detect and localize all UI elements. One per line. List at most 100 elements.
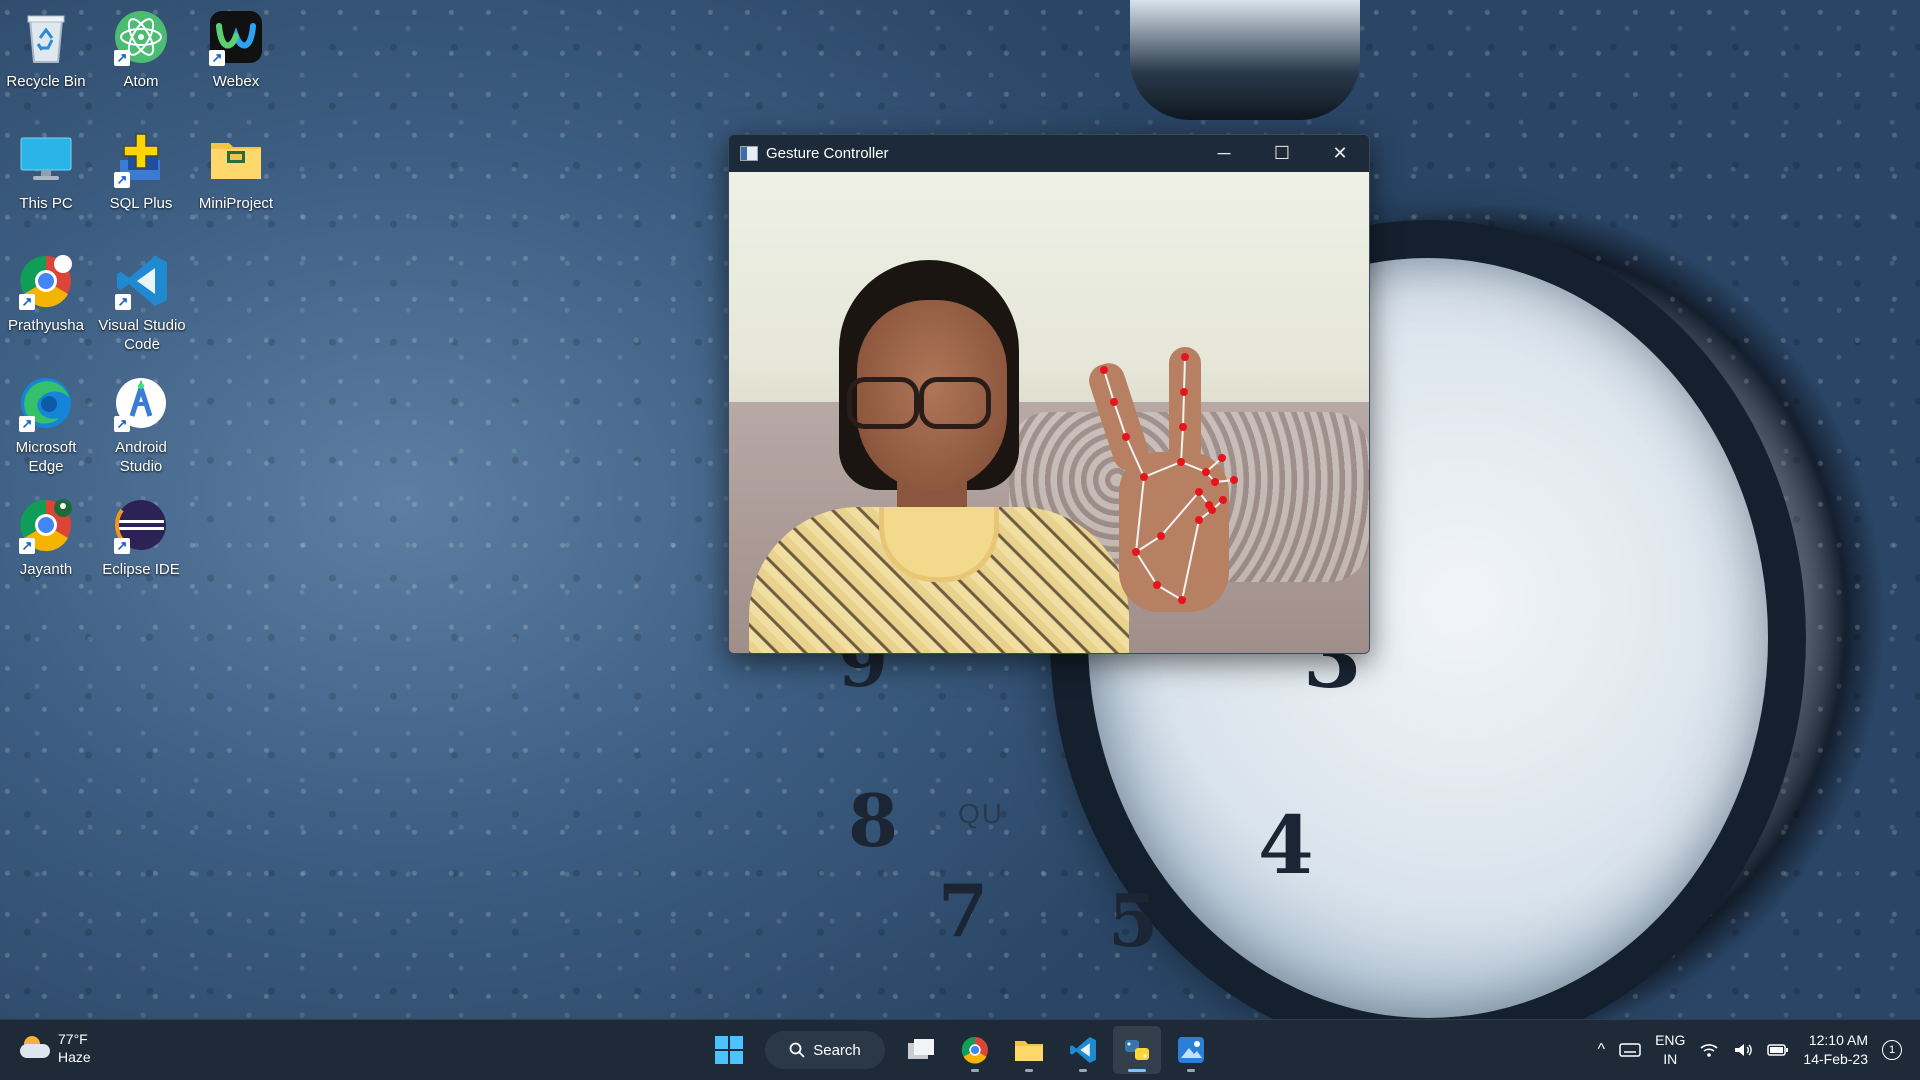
volume-icon[interactable] <box>1733 1042 1753 1058</box>
icon-label: MiniProject <box>198 195 274 212</box>
app-window-icon <box>740 146 758 161</box>
window-title: Gesture Controller <box>766 145 889 162</box>
hand-landmarks-overlay <box>1100 353 1238 604</box>
camera-feed <box>729 172 1369 653</box>
taskbar-photos[interactable] <box>1167 1026 1215 1074</box>
icon-label: Jayanth <box>19 561 73 578</box>
desktop-icon-atom[interactable]: ↗ Atom <box>96 8 186 91</box>
wifi-icon[interactable] <box>1699 1042 1719 1058</box>
shortcut-arrow-icon: ↗ <box>209 50 225 66</box>
taskbar-search-button[interactable]: Search <box>765 1031 885 1069</box>
chrome-icon <box>961 1037 988 1064</box>
task-view-button[interactable] <box>897 1026 945 1074</box>
shortcut-arrow-icon: ↗ <box>19 294 35 310</box>
clock-numeral: 4 <box>1258 798 1314 892</box>
close-button[interactable]: ✕ <box>1311 135 1369 172</box>
notification-badge[interactable]: 1 <box>1882 1040 1902 1060</box>
desktop-icon-miniproject[interactable]: MiniProject <box>191 130 281 213</box>
taskbar-center-icons: Search <box>705 1026 1215 1074</box>
desktop-icon-recycle-bin[interactable]: Recycle Bin <box>1 8 91 91</box>
region-code: IN <box>1663 1051 1678 1067</box>
shortcut-arrow-icon: ↗ <box>114 538 130 554</box>
chrome-profile-icon: ↗ <box>17 252 75 310</box>
start-button[interactable] <box>705 1026 753 1074</box>
desktop-icon-this-pc[interactable]: This PC <box>1 130 91 213</box>
monitor-icon <box>17 130 75 188</box>
icon-label: SQL Plus <box>109 195 173 212</box>
maximize-button[interactable]: ☐ <box>1253 135 1311 172</box>
search-icon <box>789 1042 805 1058</box>
sql-plus-icon: ↗ <box>112 130 170 188</box>
weather-temperature: 77°F <box>58 1031 88 1047</box>
clock-numeral: 5 <box>1108 878 1159 963</box>
desktop-icon-android-studio[interactable]: ↗ Android Studio <box>96 374 186 476</box>
show-hidden-icons-chevron-icon[interactable]: ^ <box>1598 1041 1606 1059</box>
window-titlebar[interactable]: Gesture Controller ─ ☐ ✕ <box>729 135 1369 172</box>
battery-icon[interactable] <box>1767 1043 1789 1057</box>
running-indicator <box>1187 1069 1195 1072</box>
taskbar-python[interactable] <box>1113 1026 1161 1074</box>
weather-condition: Haze <box>58 1049 91 1065</box>
desktop-icon-webex[interactable]: ↗ Webex <box>191 8 281 91</box>
running-indicator <box>971 1069 979 1072</box>
eclipse-icon: ↗ <box>112 496 170 554</box>
icon-label: Microsoft Edge <box>15 439 77 475</box>
chrome-profile-icon: ↗ <box>17 496 75 554</box>
system-clock[interactable]: 12:10 AM 14-Feb-23 <box>1803 1031 1868 1069</box>
android-studio-icon: ↗ <box>112 374 170 432</box>
icon-label: This PC <box>19 195 73 212</box>
taskbar-chrome[interactable] <box>951 1026 999 1074</box>
file-explorer-icon <box>1015 1041 1043 1061</box>
vscode-icon <box>1070 1037 1096 1063</box>
desktop-icon-edge[interactable]: ↗ Microsoft Edge <box>1 374 91 476</box>
icon-label: Prathyusha <box>8 317 84 334</box>
desktop-icon-vscode[interactable]: ↗ Visual Studio Code <box>96 252 188 354</box>
shortcut-arrow-icon: ↗ <box>114 416 130 432</box>
shortcut-arrow-icon: ↗ <box>115 294 131 310</box>
clock-brand-text: QU <box>958 798 1004 829</box>
python-icon <box>1125 1040 1149 1060</box>
wallpaper-clock-crown <box>1130 0 1360 120</box>
photos-icon <box>1178 1037 1204 1063</box>
task-view-icon <box>908 1039 934 1059</box>
search-label: Search <box>813 1041 861 1059</box>
gesture-controller-window[interactable]: Gesture Controller ─ ☐ ✕ <box>728 134 1370 654</box>
desktop-icon-jayanth[interactable]: ↗ Jayanth <box>1 496 91 579</box>
haze-weather-icon <box>20 1036 50 1060</box>
taskbar: 77°F Haze Search ^ ENG IN 12:10 AM 14-Fe… <box>0 1019 1920 1080</box>
icon-label: Visual Studio Code <box>98 317 186 353</box>
shortcut-arrow-icon: ↗ <box>19 538 35 554</box>
windows-logo-icon <box>715 1036 743 1064</box>
icon-label: Android Studio <box>115 439 167 475</box>
clock-time: 12:10 AM <box>1808 1032 1868 1048</box>
keyboard-icon[interactable] <box>1619 1042 1641 1058</box>
language-indicator[interactable]: ENG IN <box>1655 1031 1685 1069</box>
recycle-bin-icon <box>17 8 75 66</box>
shortcut-arrow-icon: ↗ <box>114 50 130 66</box>
clock-numeral: 7 <box>938 868 989 953</box>
vscode-icon: ↗ <box>113 252 171 310</box>
system-tray: ^ ENG IN 12:10 AM 14-Feb-23 1 <box>1598 1020 1920 1080</box>
minimize-button[interactable]: ─ <box>1195 135 1253 172</box>
running-indicator <box>1079 1069 1087 1072</box>
desktop-icon-sql-plus[interactable]: ↗ SQL Plus <box>96 130 186 213</box>
folder-icon <box>207 130 265 188</box>
webex-icon: ↗ <box>207 8 265 66</box>
icon-label: Webex <box>212 73 260 90</box>
icon-label: Eclipse IDE <box>102 561 180 578</box>
running-indicator <box>1025 1069 1033 1072</box>
weather-widget[interactable]: 77°F Haze <box>20 1030 91 1066</box>
icon-label: Atom <box>123 73 159 90</box>
running-indicator <box>1128 1069 1146 1072</box>
taskbar-vscode[interactable] <box>1059 1026 1107 1074</box>
atom-icon: ↗ <box>112 8 170 66</box>
language-code: ENG <box>1655 1032 1686 1048</box>
desktop-icon-prathyusha[interactable]: ↗ Prathyusha <box>1 252 91 335</box>
clock-numeral: 8 <box>848 778 899 863</box>
edge-icon: ↗ <box>17 374 75 432</box>
shortcut-arrow-icon: ↗ <box>114 172 130 188</box>
shortcut-arrow-icon: ↗ <box>19 416 35 432</box>
clock-date: 14-Feb-23 <box>1803 1051 1868 1067</box>
desktop-icon-eclipse[interactable]: ↗ Eclipse IDE <box>96 496 186 579</box>
taskbar-file-explorer[interactable] <box>1005 1026 1053 1074</box>
